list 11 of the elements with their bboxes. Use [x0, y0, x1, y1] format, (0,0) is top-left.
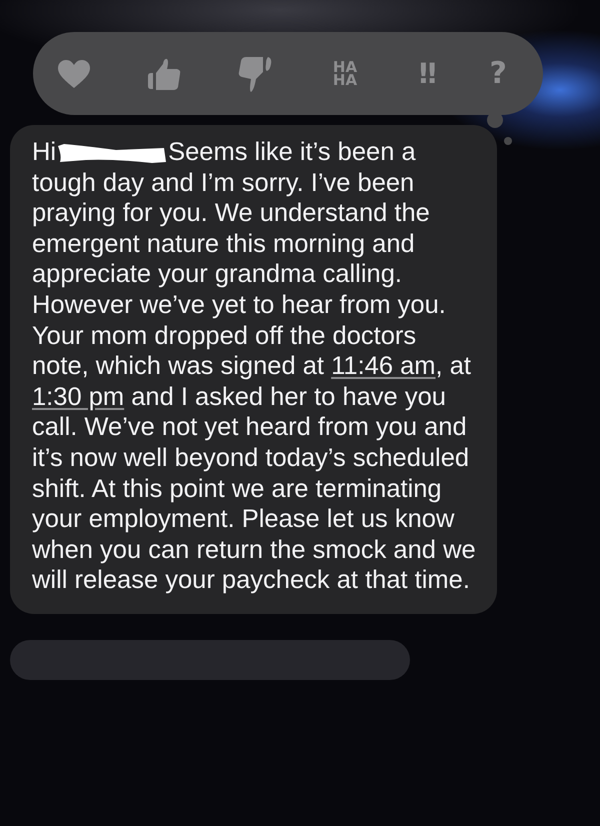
heart-icon — [57, 58, 91, 88]
reaction-button[interactable]: ? — [490, 60, 507, 86]
reaction-button[interactable]: HA HA — [328, 60, 362, 86]
thumbs-down-icon — [237, 54, 273, 92]
bubble-tail-dot — [504, 137, 512, 145]
reaction-button[interactable]: !! — [417, 62, 435, 86]
time-link[interactable]: 11:46 am — [331, 352, 436, 380]
heart-button[interactable] — [57, 58, 91, 88]
message-text: Hi Seems like it’s been a tough day and I’m sorry. I’ve been praying for you. We understand the emergent nature this morning and appreciate your grandma calling. However we’ve yet to hear from you. Your mom dropped off the doctors note, which was signed at 11:46 am, at 1:30 pm and I asked her to have you call. We’ve not yet heard from you and it’s now well beyond today’s scheduled shift. At this point we are terminating your employment. Please let us know when you can return the smock and we will release your paycheck at that time. — [32, 137, 477, 596]
thumbs-down-button[interactable] — [237, 54, 273, 92]
time-link[interactable]: 1:30 pm — [32, 382, 124, 411]
